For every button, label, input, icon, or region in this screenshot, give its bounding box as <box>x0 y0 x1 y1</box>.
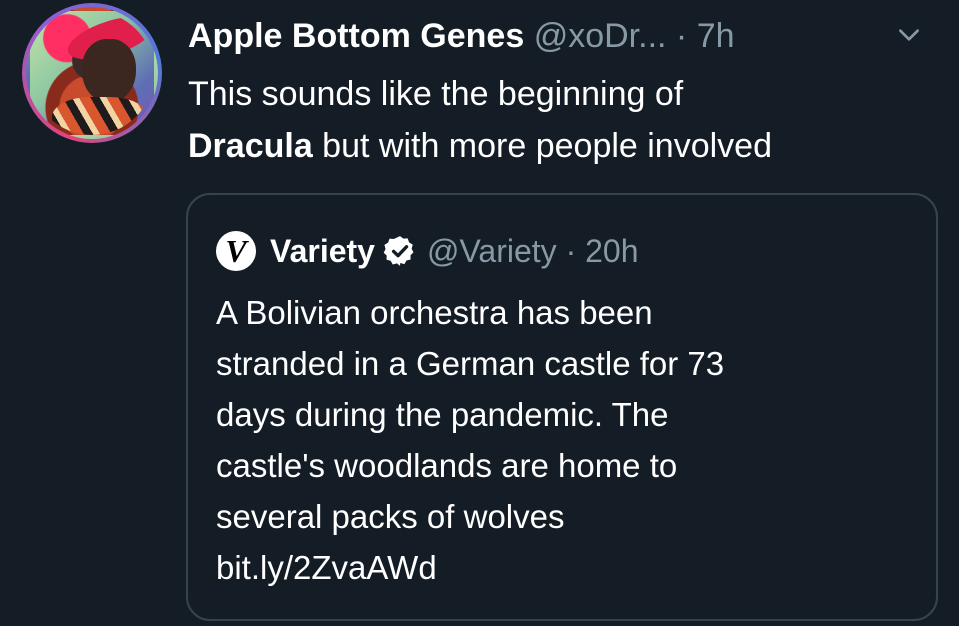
chevron-down-icon[interactable] <box>896 22 922 48</box>
tweet-text: This sounds like the beginning of Dracul… <box>188 68 928 172</box>
variety-logo-avatar[interactable]: V <box>216 231 256 271</box>
quoted-text-line: several packs of wolves <box>216 498 565 535</box>
avatar-body-shape <box>52 97 148 135</box>
quoted-tweet-timestamp[interactable]: 20h <box>585 233 638 270</box>
author-name[interactable]: Apple Bottom Genes <box>188 17 524 55</box>
quoted-text-line: A Bolivian orchestra has been <box>216 294 653 331</box>
tweet-text-line1: This sounds like the beginning of <box>188 75 684 113</box>
verified-badge-icon <box>383 236 414 266</box>
tweet-header: Apple Bottom Genes @xoDr... · 7h <box>188 16 735 56</box>
quoted-header-separator: · <box>565 232 577 269</box>
quoted-text-line: castle's woodlands are home to <box>216 447 678 484</box>
quoted-tweet-link[interactable]: bit.ly/2ZvaAWd <box>216 542 916 593</box>
quoted-author-name[interactable]: Variety <box>270 233 375 270</box>
tweet-timestamp[interactable]: 7h <box>697 17 735 55</box>
quoted-tweet-text: A Bolivian orchestra has been stranded i… <box>216 287 916 593</box>
tweet-text-line2: but with more people involved <box>312 127 772 165</box>
quoted-author-handle[interactable]: @Variety <box>427 233 557 270</box>
avatar[interactable] <box>26 7 158 139</box>
quoted-text-line: days during the pandemic. The <box>216 396 669 433</box>
tweet-text-bold: Dracula <box>188 127 313 165</box>
quoted-text-line: stranded in a German castle for 73 <box>216 345 725 382</box>
quoted-tweet-header: V Variety @Variety · 20h <box>216 229 639 273</box>
tweet[interactable]: Apple Bottom Genes @xoDr... · 7h This so… <box>0 0 959 626</box>
header-separator: · <box>675 17 688 55</box>
quoted-tweet-card[interactable]: V Variety @Variety · 20h A Bolivian orch… <box>186 193 938 621</box>
avatar-face-shape <box>82 39 136 103</box>
author-handle[interactable]: @xoDr... <box>534 17 667 55</box>
